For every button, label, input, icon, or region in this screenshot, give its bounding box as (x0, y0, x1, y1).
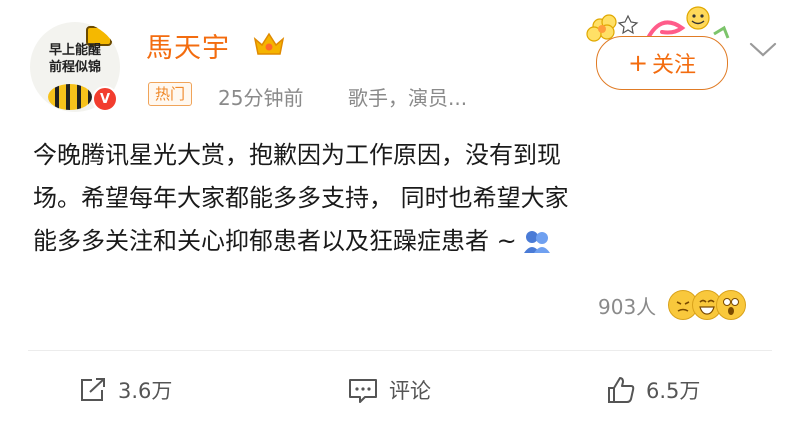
follow-label: 关注 (652, 53, 697, 78)
avatar-caption: 早上能醒 前程似锦 (30, 42, 120, 76)
like-button[interactable]: 6.5万 (606, 370, 700, 410)
divider (28, 350, 772, 351)
like-count: 6.5万 (646, 379, 701, 403)
vip-crown-icon (253, 32, 285, 55)
comment-icon (349, 379, 377, 403)
post-text-line1: 今晚腾讯星光大赏，抱歉因为工作原因，没有到现 (33, 141, 561, 169)
surprised-face-icon (716, 290, 747, 320)
post-text-line3-text: 能多多关注和关心抑郁患者以及狂躁症患者 ~ (33, 227, 517, 255)
post-text-line3: 能多多关注和关心抑郁患者以及狂躁症患者 ~ (33, 220, 773, 263)
bee-illustration (48, 84, 92, 110)
username[interactable]: 馬天宇 (146, 26, 230, 65)
hug-emoji-icon (523, 231, 550, 253)
verified-mark: V (99, 91, 111, 107)
follow-button[interactable]: + 关注 (596, 36, 728, 90)
comment-button[interactable]: 评论 (347, 370, 431, 410)
action-bar: 3.6万 评论 6.5万 (0, 362, 800, 418)
repost-button[interactable]: 3.6万 (78, 370, 172, 410)
post-text-line2: 场。希望每年大家都能多多支持， 同时也希望大家 (33, 184, 569, 212)
user-tags: 歌手，演员... (348, 86, 468, 110)
reactions-summary[interactable]: 903人 (598, 288, 747, 322)
plus-icon: + (627, 49, 649, 77)
post-text: 今晚腾讯星光大赏，抱歉因为工作原因，没有到现 场。希望每年大家都能多多支持， 同… (33, 134, 773, 263)
post-time: 25分钟前 (218, 86, 304, 110)
avatar-caption-line1: 早上能醒 (48, 43, 101, 58)
verified-badge-icon: V (92, 86, 118, 112)
like-icon (608, 377, 635, 403)
avatar-caption-line2: 前程似锦 (48, 60, 101, 75)
reaction-count: 903人 (598, 294, 657, 319)
hot-tag: 热门 (148, 82, 193, 106)
repost-count: 3.6万 (118, 379, 173, 403)
repost-icon (81, 378, 105, 401)
chevron-down-icon[interactable] (748, 40, 778, 60)
comment-label: 评论 (389, 379, 431, 403)
